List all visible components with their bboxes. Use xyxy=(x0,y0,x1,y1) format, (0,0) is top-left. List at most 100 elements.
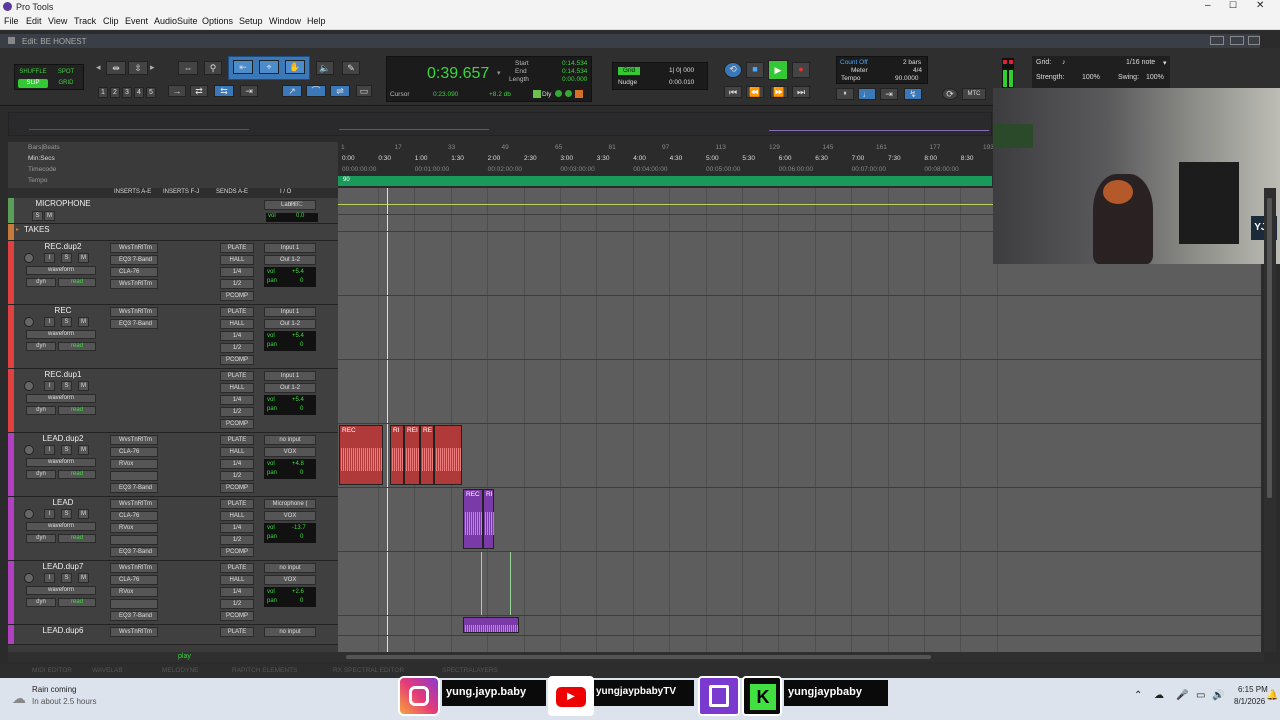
trim-tool-icon[interactable]: ⇤ xyxy=(233,60,253,74)
solo-button[interactable]: S xyxy=(61,253,72,263)
microphone-icon[interactable]: 🎤 xyxy=(1176,690,1188,701)
send-slot[interactable]: PLATE xyxy=(220,627,254,637)
insert-slot[interactable] xyxy=(110,599,158,609)
bars-ruler[interactable]: 1 17 33 49 65 81 97 113 129 145 161 177 193 xyxy=(338,142,994,153)
view-selector[interactable]: waveform xyxy=(26,458,96,467)
zoom-out-icon[interactable]: ◂ xyxy=(96,62,101,73)
mute-button[interactable]: M xyxy=(78,445,89,455)
length-value[interactable]: 0:00.000 xyxy=(562,76,587,83)
tab-rx-spectral-editor[interactable]: RX SPECTRAL EDITOR xyxy=(333,667,404,674)
volume-pan-display[interactable]: vol +5.4 pan 0 xyxy=(264,267,316,287)
grid-value[interactable]: 1| 0| 000 xyxy=(669,67,694,74)
tab-midi-editor[interactable]: MIDI EDITOR xyxy=(32,667,72,674)
timecode-ruler[interactable]: 00:00:00:00 00:01:00:00 00:02:00:00 00:03:0… xyxy=(338,164,992,175)
tab-spectralayers[interactable]: SPECTRALAYERS xyxy=(442,667,498,674)
input-monitor-button[interactable]: I xyxy=(44,317,55,327)
track-header[interactable]: LEAD.dup6 WvsTnRlTm PLATE no input xyxy=(8,625,338,645)
notification-icon[interactable]: 🔔 xyxy=(1266,690,1278,701)
zoomer-tool-icon[interactable]: ⇔ xyxy=(178,61,198,75)
selector-tool-icon[interactable]: ⌖ xyxy=(259,60,279,74)
maximize-icon[interactable]: ☐ xyxy=(1229,0,1237,11)
insert-slot[interactable]: EQ3 7-Band xyxy=(110,611,158,621)
tab-to-transient-icon[interactable]: → xyxy=(168,85,186,97)
network-icon[interactable]: ▭ xyxy=(1196,690,1205,701)
menu-help[interactable]: Help xyxy=(307,16,326,26)
insert-slot[interactable]: WvsTnRlTm xyxy=(110,279,158,289)
input-selector[interactable]: no input xyxy=(264,627,316,637)
automation-mode[interactable]: dyn xyxy=(26,278,56,287)
horizontal-scrollbar[interactable]: play xyxy=(8,652,1264,662)
solo-button[interactable]: S xyxy=(61,381,72,391)
audio-clip[interactable] xyxy=(434,425,462,485)
loop-icon[interactable]: ⟲ xyxy=(724,62,742,78)
mute-button[interactable]: M xyxy=(78,381,89,391)
send-slot[interactable]: PCOMP xyxy=(220,419,254,429)
play-icon[interactable]: ▶ xyxy=(768,60,788,80)
midi-merge-icon[interactable]: ⏸ xyxy=(836,88,854,100)
volume-pan-display[interactable]: vol +5.4 pan 0 xyxy=(264,395,316,415)
audio-clip[interactable]: RI xyxy=(390,425,404,485)
sync-icon[interactable]: ⟳ xyxy=(942,88,958,100)
send-slot[interactable]: HALL xyxy=(220,447,254,457)
track-name[interactable]: REC.dup2 xyxy=(32,242,94,251)
volume-icon[interactable]: 🔊 xyxy=(1212,690,1224,701)
record-arm-icon[interactable] xyxy=(24,317,34,327)
tempo-value[interactable]: 90.0000 xyxy=(895,75,919,82)
grid-note-value[interactable]: 1/16 note xyxy=(1126,59,1155,66)
slip-button[interactable]: SLIP xyxy=(18,79,48,88)
insert-slot[interactable]: WvsTnRlTm xyxy=(110,627,158,637)
clock-date[interactable]: 8/1/2026 xyxy=(1234,697,1265,706)
count-off-label[interactable]: Count Off xyxy=(840,59,868,66)
strength-value[interactable]: 100% xyxy=(1082,74,1100,81)
mirror-midi-icon[interactable]: ⌒ xyxy=(306,85,326,97)
view-selector[interactable]: waveform xyxy=(26,266,96,275)
send-slot[interactable]: PLATE xyxy=(220,243,254,253)
meter-value[interactable]: 4/4 xyxy=(913,67,922,74)
view-selector[interactable]: waveform xyxy=(26,522,96,531)
audio-clip[interactable]: REI xyxy=(404,425,420,485)
grabber-tool-icon[interactable]: ✋ xyxy=(285,60,305,74)
zoom-preset-5[interactable]: 5 xyxy=(146,87,156,98)
universe-overview[interactable] xyxy=(8,112,992,136)
insert-slot[interactable]: CLA-76 xyxy=(110,511,158,521)
audio-clip[interactable] xyxy=(463,617,519,633)
insert-slot[interactable]: WvsTnRlTm xyxy=(110,243,158,253)
audio-clip[interactable]: REC xyxy=(463,489,483,549)
input-monitor-button[interactable]: I xyxy=(44,253,55,263)
output-selector[interactable]: Out 1-2 xyxy=(264,255,316,265)
link-track-icon[interactable]: ⇄ xyxy=(190,85,208,97)
automation-follows-icon[interactable]: ↗ xyxy=(282,85,302,97)
input-monitor-button[interactable]: I xyxy=(44,445,55,455)
insert-slot[interactable]: WvsTnRlTm xyxy=(110,435,158,445)
zoom-preset-2[interactable]: 2 xyxy=(110,87,120,98)
track-name[interactable]: LEAD xyxy=(32,498,94,507)
automation-mode[interactable]: dyn xyxy=(26,406,56,415)
send-slot[interactable]: PLATE xyxy=(220,435,254,445)
metronome-icon[interactable]: ⇥ xyxy=(880,88,898,100)
record-arm-icon[interactable] xyxy=(24,381,34,391)
nudge-value[interactable]: 0:00.010 xyxy=(669,79,694,86)
send-slot[interactable]: PCOMP xyxy=(220,547,254,557)
zoom-preset-3[interactable]: 3 xyxy=(122,87,132,98)
track-name[interactable]: REC.dup1 xyxy=(32,370,94,379)
insert-slot[interactable]: RVox xyxy=(110,459,158,469)
menu-track[interactable]: Track xyxy=(74,16,96,26)
send-slot[interactable]: PCOMP xyxy=(220,355,254,365)
volume-pan-display[interactable]: vol -13.7 pan 0 xyxy=(264,523,316,543)
audio-clip[interactable]: RI xyxy=(483,489,494,549)
record-arm-icon[interactable] xyxy=(24,573,34,583)
shuffle-button[interactable]: SHUFFLE xyxy=(18,68,48,77)
track-name[interactable]: LEAD.dup6 xyxy=(32,626,94,635)
pencil-tool-icon[interactable]: ✎ xyxy=(342,61,360,75)
input-selector[interactable]: no input xyxy=(264,563,316,573)
start-value[interactable]: 0:14.534 xyxy=(562,60,587,67)
insert-slot[interactable]: RVox xyxy=(110,523,158,533)
edit-maximize-icon[interactable] xyxy=(1230,36,1244,45)
insert-slot[interactable]: CLA-76 xyxy=(110,447,158,457)
volume-pan-display[interactable]: vol +5.4 pan 0 xyxy=(264,331,316,351)
send-slot[interactable]: 1/2 xyxy=(220,407,254,417)
menu-edit[interactable]: Edit xyxy=(26,16,42,26)
view-selector[interactable]: waveform xyxy=(26,586,96,595)
insert-slot[interactable]: WvsTnRlTm xyxy=(110,307,158,317)
automation-read[interactable]: read xyxy=(58,534,96,543)
